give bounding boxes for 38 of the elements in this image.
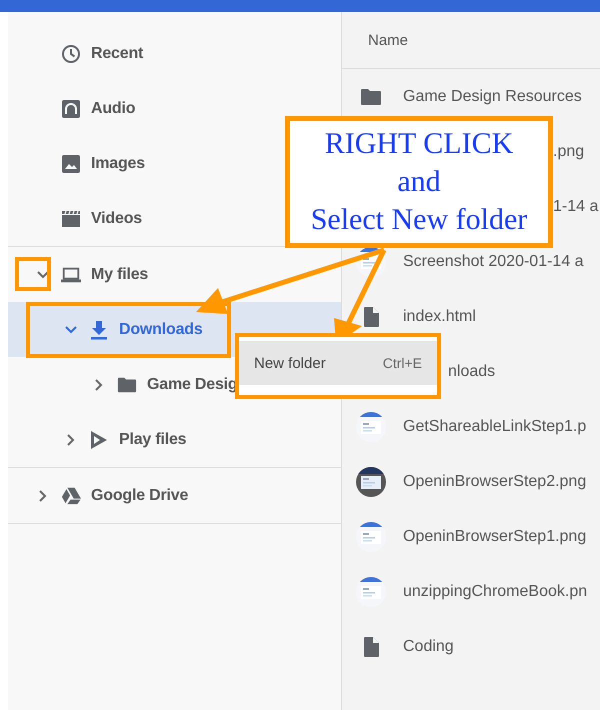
file-name[interactable]: nloads (448, 362, 496, 380)
chevron-right-icon[interactable] (95, 378, 103, 390)
callout-text: and (397, 164, 441, 200)
chevron-down-icon[interactable] (37, 270, 49, 278)
chevron-down-icon[interactable] (65, 326, 77, 334)
folder-icon (360, 88, 382, 106)
callout-text: Select New folder (310, 202, 528, 238)
play-icon (89, 430, 109, 450)
callout-text: RIGHT CLICK (324, 126, 514, 162)
file-name[interactable]: Game Design Resources (403, 88, 582, 106)
sidebar-item[interactable]: Recent (8, 26, 341, 81)
sidebar-item[interactable]: Play files (8, 412, 341, 467)
menu-item[interactable]: New folder Ctrl+E (239, 341, 437, 385)
file-name[interactable]: Screenshot 2020-01-14 a (403, 252, 584, 270)
file-name[interactable]: Coding (403, 638, 454, 656)
clock-icon (61, 44, 81, 64)
file-name[interactable]: unzippingChromeBook.pn (403, 582, 588, 600)
file-name[interactable]: GetShareableLinkStep1.p (403, 418, 586, 436)
image-icon (61, 154, 81, 174)
folder-icon (117, 376, 137, 394)
column-header[interactable]: Name (368, 32, 408, 48)
sidebar-item[interactable]: Google Drive (8, 468, 341, 523)
document-icon (363, 306, 379, 326)
file-name[interactable]: OpeninBrowserStep1.png (403, 528, 586, 546)
file-name[interactable]: .png (553, 142, 584, 160)
file-name[interactable]: index.html (403, 308, 476, 326)
laptop-icon (61, 266, 81, 284)
document-icon (363, 636, 379, 656)
clapperboard-icon (61, 210, 81, 228)
sidebar-item[interactable]: My files (8, 247, 341, 302)
file-name[interactable]: OpeninBrowserStep2.png (403, 472, 586, 490)
chevron-right-icon[interactable] (67, 434, 75, 446)
drive-icon (61, 486, 81, 505)
highlight-frame (15, 257, 51, 291)
download-icon (89, 320, 109, 340)
file-name[interactable]: 1-14 a (553, 198, 598, 216)
headphones-icon (61, 98, 81, 118)
chevron-right-icon[interactable] (39, 490, 47, 502)
